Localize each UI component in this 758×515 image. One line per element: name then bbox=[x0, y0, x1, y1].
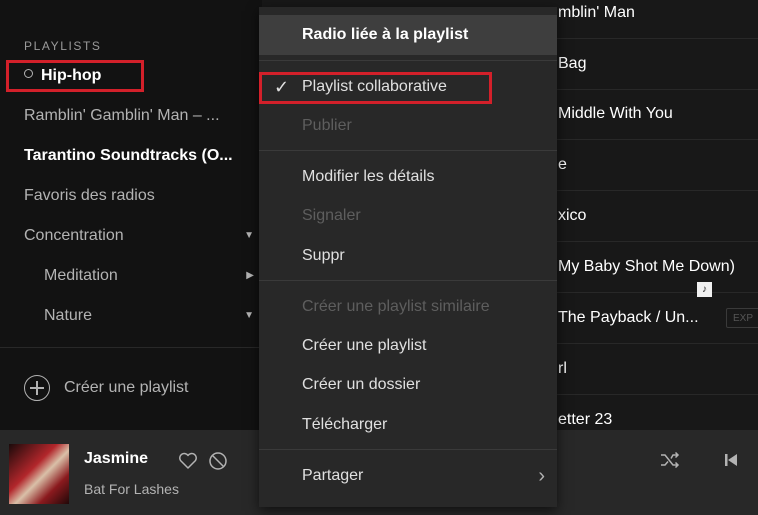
track-title: Bag bbox=[558, 55, 587, 72]
menu-separator bbox=[259, 150, 557, 151]
plus-circle-icon bbox=[24, 375, 50, 401]
track-title: rl bbox=[558, 360, 567, 377]
playlists-heading: PLAYLISTS bbox=[24, 39, 102, 53]
menu-separator bbox=[259, 280, 557, 281]
track-title: xico bbox=[558, 207, 587, 224]
menu-item-publish: Publier bbox=[302, 117, 352, 134]
sidebar-item-ramblin[interactable]: Ramblin' Gamblin' Man – ... bbox=[24, 104, 254, 128]
menu-item-report: Signaler bbox=[302, 207, 361, 224]
chevron-right-icon: › bbox=[538, 465, 545, 487]
menu-item-playlist-radio[interactable]: Radio liée à la playlist bbox=[259, 15, 557, 55]
sidebar-folder-nature[interactable]: Nature ▼ bbox=[44, 304, 254, 328]
now-playing-artist[interactable]: Bat For Lashes bbox=[84, 481, 179, 497]
sidebar-folder-meditation[interactable]: Meditation ▶ bbox=[44, 264, 254, 288]
menu-item-create-similar-playlist: Créer une playlist similaire bbox=[302, 298, 490, 315]
sidebar-item-tarantino[interactable]: Tarantino Soundtracks (O... bbox=[24, 144, 254, 168]
menu-separator bbox=[259, 60, 557, 61]
sidebar: PLAYLISTS Hip-hop Ramblin' Gamblin' Man … bbox=[0, 0, 262, 430]
caret-right-icon[interactable]: ▶ bbox=[246, 264, 254, 288]
sidebar-item-label: Nature bbox=[44, 307, 93, 324]
sidebar-item-label: Meditation bbox=[44, 267, 118, 284]
menu-item-share[interactable]: Partager › bbox=[259, 456, 557, 496]
heart-icon[interactable] bbox=[178, 452, 198, 475]
previous-track-icon[interactable] bbox=[723, 452, 739, 473]
menu-item-label: Partager bbox=[302, 467, 364, 484]
highlight-box bbox=[6, 60, 144, 92]
lyrics-icon: ♪ bbox=[697, 282, 712, 297]
track-title: mblin' Man bbox=[558, 4, 635, 21]
block-icon[interactable] bbox=[208, 451, 228, 476]
track-title: Middle With You bbox=[558, 105, 673, 122]
sidebar-divider bbox=[0, 347, 262, 348]
menu-separator bbox=[259, 449, 557, 450]
menu-item-delete[interactable]: Suppr bbox=[259, 236, 557, 276]
shuffle-icon[interactable] bbox=[660, 451, 680, 473]
track-title: My Baby Shot Me Down) bbox=[558, 258, 735, 275]
explicit-badge: EXP bbox=[726, 308, 758, 328]
album-cover[interactable] bbox=[9, 444, 69, 504]
track-title: The Payback / Un... bbox=[558, 309, 699, 326]
menu-item-download[interactable]: Télécharger bbox=[259, 405, 557, 445]
menu-item-edit-details[interactable]: Modifier les détails bbox=[259, 157, 557, 197]
menu-item-create-folder[interactable]: Créer un dossier bbox=[259, 365, 557, 405]
sidebar-item-favoris-radios[interactable]: Favoris des radios bbox=[24, 184, 254, 208]
caret-down-icon[interactable]: ▼ bbox=[244, 304, 254, 328]
create-playlist-button[interactable]: Créer une playlist bbox=[24, 373, 189, 403]
track-title: e bbox=[558, 156, 567, 173]
create-playlist-label: Créer une playlist bbox=[64, 379, 189, 396]
menu-item-create-playlist[interactable]: Créer une playlist bbox=[259, 326, 557, 366]
sidebar-folder-concentration[interactable]: Concentration ▼ bbox=[24, 224, 254, 248]
caret-down-icon[interactable]: ▼ bbox=[244, 224, 254, 248]
sidebar-item-label: Concentration bbox=[24, 227, 124, 244]
now-playing-title[interactable]: Jasmine bbox=[84, 450, 148, 468]
highlight-box bbox=[259, 72, 492, 104]
